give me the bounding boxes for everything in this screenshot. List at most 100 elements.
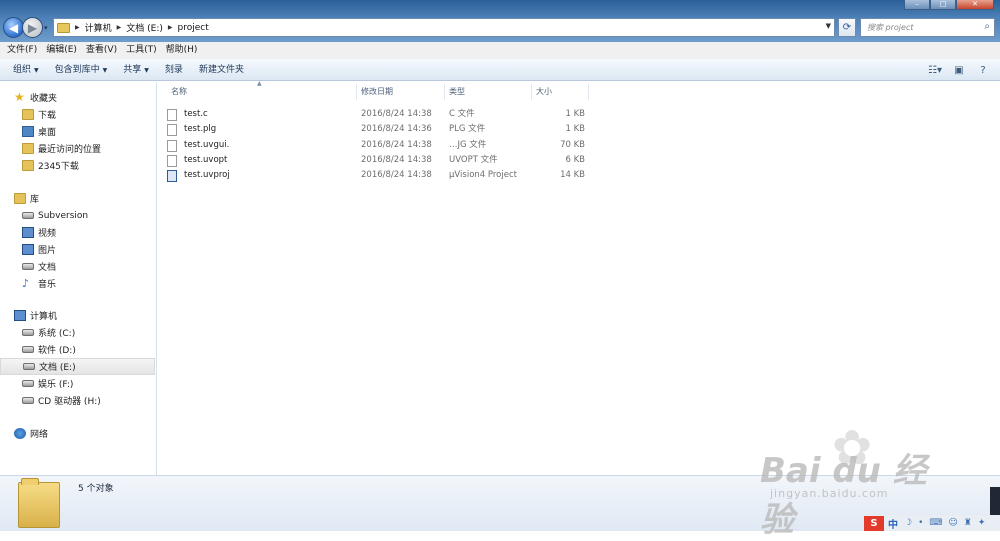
share-button[interactable]: 共享 ▼ <box>115 59 157 80</box>
nav-network[interactable]: 网络 <box>0 425 155 442</box>
nav-item-drive-c[interactable]: 系统 (C:) <box>0 324 155 341</box>
nav-label: CD 驱动器 (H:) <box>38 397 101 407</box>
tools-icon[interactable]: ✦ <box>978 518 986 528</box>
chevron-right-icon[interactable]: ▶ <box>75 24 80 31</box>
menu-file[interactable]: 文件(F) <box>4 42 40 59</box>
file-row[interactable]: test.uvproj 2016/8/24 14:38 µVision4 Pro… <box>167 168 598 183</box>
menu-view[interactable]: 查看(V) <box>83 42 120 59</box>
minimize-button[interactable]: – <box>904 0 930 10</box>
share-label: 共享 <box>123 65 142 75</box>
file-size: 1 KB <box>565 109 585 119</box>
address-bar[interactable]: ▶ 计算机 ▶ 文档 (E:) ▶ project ▼ <box>53 18 835 37</box>
file-date: 2016/8/24 14:38 <box>361 140 432 150</box>
maximize-button[interactable]: □ <box>930 0 956 10</box>
drive-icon <box>22 329 34 336</box>
new-folder-button[interactable]: 新建文件夹 <box>191 59 252 80</box>
nav-item-drive-h[interactable]: CD 驱动器 (H:) <box>0 392 155 409</box>
nav-label: 收藏夹 <box>30 94 58 104</box>
nav-label: 娱乐 (F:) <box>38 380 74 390</box>
file-row[interactable]: test.c 2016/8/24 14:38 C 文件 1 KB <box>167 107 598 122</box>
file-date: 2016/8/24 14:38 <box>361 155 432 165</box>
nav-item-drive-f[interactable]: 娱乐 (F:) <box>0 375 155 392</box>
moon-icon[interactable]: ☽ <box>904 518 912 528</box>
nav-label: 软件 (D:) <box>38 346 76 356</box>
organize-button[interactable]: 组织 ▼ <box>5 59 47 80</box>
help-icon[interactable]: ? <box>974 59 992 81</box>
drive-icon <box>22 380 34 387</box>
nav-item-documents[interactable]: 文档 <box>0 258 155 275</box>
preview-pane-icon[interactable]: ▣ <box>950 59 968 81</box>
nav-libraries[interactable]: 库 <box>0 190 155 207</box>
refresh-button[interactable]: ⟳ <box>838 18 856 37</box>
column-header-date[interactable]: 修改日期 <box>358 84 445 100</box>
column-header-type[interactable]: 类型 <box>446 84 532 100</box>
back-button[interactable]: ◀ <box>3 17 24 38</box>
nav-computer[interactable]: 计算机 <box>0 307 155 324</box>
burn-button[interactable]: 刻录 <box>157 59 191 80</box>
nav-item-2345[interactable]: 2345下载 <box>0 157 155 174</box>
breadcrumb-project[interactable]: project <box>178 23 209 33</box>
music-icon: ♪ <box>22 277 30 290</box>
folder-icon <box>18 478 60 528</box>
nav-item-drive-e[interactable]: 文档 (E:) <box>0 358 155 375</box>
drive-icon <box>22 346 34 353</box>
menu-edit[interactable]: 编辑(E) <box>43 42 80 59</box>
nav-label: 下载 <box>38 111 57 121</box>
user-icon[interactable]: ☺ <box>948 518 957 528</box>
nav-item-desktop[interactable]: 桌面 <box>0 123 155 140</box>
watermark: ✿ Bai du 经验 jingyan.baidu.com <box>760 420 960 540</box>
cd-drive-icon <box>22 397 34 404</box>
library-icon <box>14 193 26 204</box>
nav-label: 文档 (E:) <box>39 363 76 373</box>
nav-item-music[interactable]: ♪ 音乐 <box>0 275 155 292</box>
file-row[interactable]: test.uvopt 2016/8/24 14:38 UVOPT 文件 6 KB <box>167 153 598 168</box>
computer-icon <box>14 310 26 321</box>
menu-help[interactable]: 帮助(H) <box>163 42 201 59</box>
search-icon[interactable]: ⌕ <box>984 21 990 32</box>
view-options-icon[interactable]: ☷▾ <box>926 59 944 81</box>
file-name: test.plg <box>184 124 217 134</box>
column-header-name[interactable]: 名称 <box>168 84 357 100</box>
nav-item-subversion[interactable]: Subversion <box>0 207 155 224</box>
search-placeholder: 搜索 project <box>867 23 914 32</box>
file-row[interactable]: test.plg 2016/8/24 14:36 PLG 文件 1 KB <box>167 122 598 137</box>
desktop-icon <box>22 126 34 137</box>
nav-label: 图片 <box>38 246 57 256</box>
close-button[interactable]: ✕ <box>956 0 994 10</box>
nav-label: 2345下载 <box>38 162 79 172</box>
menu-tools[interactable]: 工具(T) <box>123 42 160 59</box>
library-folder-icon <box>22 212 34 219</box>
chevron-right-icon[interactable]: ▶ <box>168 24 173 31</box>
file-row[interactable]: test.uvgui. 2016/8/24 14:38 …JG 文件 70 KB <box>167 138 598 153</box>
nav-label: 桌面 <box>38 128 57 138</box>
breadcrumb-computer[interactable]: 计算机 <box>85 21 112 34</box>
nav-item-recent[interactable]: 最近访问的位置 <box>0 140 155 157</box>
nav-item-drive-d[interactable]: 软件 (D:) <box>0 341 155 358</box>
keyboard-icon[interactable]: ⌨ <box>929 518 942 528</box>
forward-button[interactable]: ▶ <box>22 17 43 38</box>
chevron-down-icon[interactable]: ▼ <box>826 22 831 30</box>
chevron-right-icon[interactable]: ▶ <box>117 24 122 31</box>
nav-item-videos[interactable]: 视频 <box>0 224 155 241</box>
nav-item-downloads[interactable]: 下载 <box>0 106 155 123</box>
include-library-button[interactable]: 包含到库中 ▼ <box>47 59 116 80</box>
drive-icon <box>23 363 35 370</box>
star-icon: ★ <box>14 90 25 104</box>
nav-label: 网络 <box>30 430 49 440</box>
video-icon <box>22 227 34 238</box>
recent-pages-dropdown[interactable]: ▾ <box>44 24 48 32</box>
nav-favorites[interactable]: ★ 收藏夹 <box>0 89 155 106</box>
nav-item-pictures[interactable]: 图片 <box>0 241 155 258</box>
include-library-label: 包含到库中 <box>54 65 100 75</box>
file-size: 1 KB <box>565 124 585 134</box>
breadcrumb-drive-e[interactable]: 文档 (E:) <box>126 21 163 34</box>
ime-mode[interactable]: 中 <box>888 516 898 531</box>
chevron-down-icon: ▼ <box>34 67 39 74</box>
folder-icon <box>22 160 34 171</box>
file-type: UVOPT 文件 <box>449 155 498 165</box>
punctuation-icon[interactable]: • <box>918 518 923 528</box>
shirt-icon[interactable]: ♜ <box>964 518 972 528</box>
search-input[interactable]: 搜索 project ⌕ <box>860 18 995 37</box>
sogou-badge[interactable]: S <box>864 515 884 531</box>
column-header-size[interactable]: 大小 <box>533 84 589 100</box>
